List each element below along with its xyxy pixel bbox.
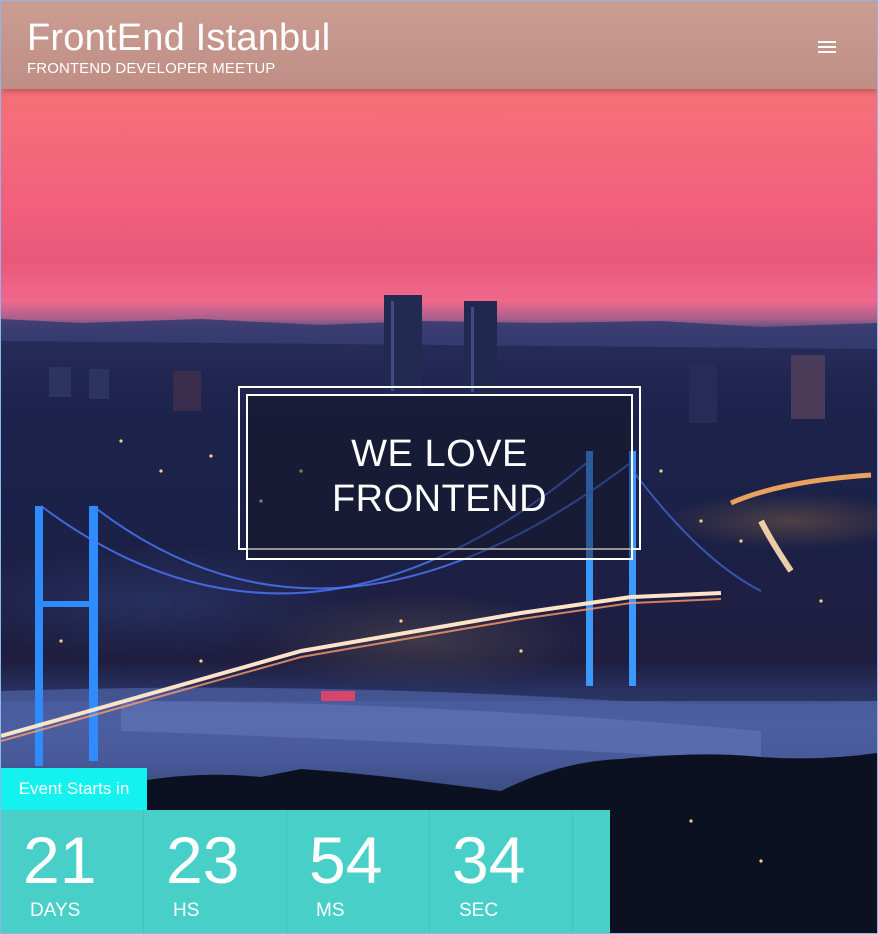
countdown-hours-unit: HS (173, 900, 200, 921)
hero-tagline: WE LOVE FRONTEND (331, 433, 548, 520)
site-header: FrontEnd Istanbul FRONTEND DEVELOPER MEE… (1, 1, 877, 89)
countdown-minutes-unit: MS (316, 900, 345, 921)
site-title[interactable]: FrontEnd Istanbul (27, 15, 330, 61)
countdown-timer: 21 DAYS 23 HS 54 MS 34 SEC (1, 810, 610, 933)
countdown-days-value: 21 (23, 823, 97, 897)
tagline-box: WE LOVE FRONTEND (246, 394, 633, 560)
countdown-days: 21 DAYS (1, 810, 144, 933)
countdown-minutes: 54 MS (287, 810, 430, 933)
countdown-minutes-value: 54 (309, 823, 383, 897)
countdown-days-unit: DAYS (30, 900, 81, 921)
countdown-seconds-unit: SEC (459, 900, 499, 921)
site-subtitle: FRONTEND DEVELOPER MEETUP (27, 60, 276, 77)
countdown-label: Event Starts in (1, 768, 147, 810)
countdown-seconds-value: 34 (452, 823, 526, 897)
menu-bar-top (818, 41, 836, 43)
countdown-hours-value: 23 (166, 823, 240, 897)
menu-bar-bottom (818, 51, 836, 53)
countdown-seconds: 34 SEC (430, 810, 573, 933)
hamburger-menu-icon[interactable] (813, 35, 841, 59)
countdown-hours: 23 HS (144, 810, 287, 933)
menu-bar-middle (818, 46, 836, 48)
page: FrontEnd Istanbul FRONTEND DEVELOPER MEE… (0, 0, 878, 934)
